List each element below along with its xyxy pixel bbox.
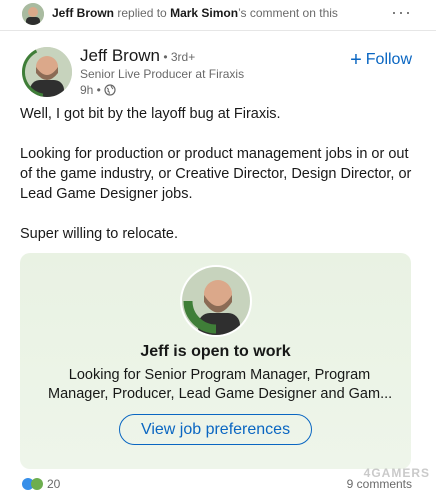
- target-name-link[interactable]: Mark Simon: [170, 6, 238, 20]
- post-meta: 9h •: [80, 83, 116, 97]
- connection-degree: • 3rd+: [160, 50, 196, 64]
- post-paragraph: Looking for production or product manage…: [20, 146, 412, 202]
- view-job-preferences-button[interactable]: View job preferences: [119, 414, 312, 445]
- open-to-work-avatar: [182, 267, 250, 335]
- open-to-work-title: Jeff is open to work: [140, 343, 291, 360]
- reactions-summary[interactable]: 20: [22, 477, 60, 491]
- context-bar: Jeff Brown replied to Mark Simon’s comme…: [0, 0, 436, 27]
- context-suffix: ’s comment on this: [238, 6, 338, 20]
- context-text: Jeff Brown replied to Mark Simon’s comme…: [52, 6, 338, 20]
- plus-icon: +: [350, 49, 362, 71]
- divider: [0, 30, 436, 31]
- open-to-work-card[interactable]: Jeff is open to work Looking for Senior …: [20, 253, 411, 469]
- post-body: Well, I got bit by the layoff bug at Fir…: [20, 104, 416, 264]
- author-name[interactable]: Jeff Brown: [80, 46, 160, 65]
- reaction-count: 20: [47, 477, 61, 491]
- globe-icon: [104, 84, 116, 96]
- open-to-work-description: Looking for Senior Program Manager, Prog…: [48, 366, 391, 404]
- more-options-icon[interactable]: ···: [391, 2, 412, 23]
- actor-name-link[interactable]: Jeff Brown: [52, 6, 114, 20]
- post-header: Jeff Brown • 3rd+ Senior Live Producer a…: [0, 40, 436, 100]
- follow-label: Follow: [365, 51, 412, 68]
- watermark-logo: 4GAMERS: [363, 466, 430, 480]
- open-to-work-line-2: Manager, Producer, Lead Game Designer an…: [48, 386, 391, 402]
- open-to-work-line-1: Looking for Senior Program Manager, Prog…: [68, 367, 371, 383]
- author-avatar[interactable]: [22, 47, 72, 97]
- follow-button[interactable]: + Follow: [350, 49, 412, 71]
- context-action: replied to: [117, 6, 167, 20]
- open-to-work-avatar-frame: [180, 265, 252, 337]
- post-paragraph: Super willing to relocate.: [20, 226, 178, 242]
- author-name-row: Jeff Brown • 3rd+: [80, 46, 195, 66]
- celebrate-reaction-icon: [31, 478, 43, 490]
- author-headline: Senior Live Producer at Firaxis: [80, 67, 245, 81]
- post-paragraph: Well, I got bit by the layoff bug at Fir…: [20, 106, 281, 122]
- post-time: 9h •: [80, 83, 101, 97]
- actor-avatar[interactable]: [22, 3, 44, 25]
